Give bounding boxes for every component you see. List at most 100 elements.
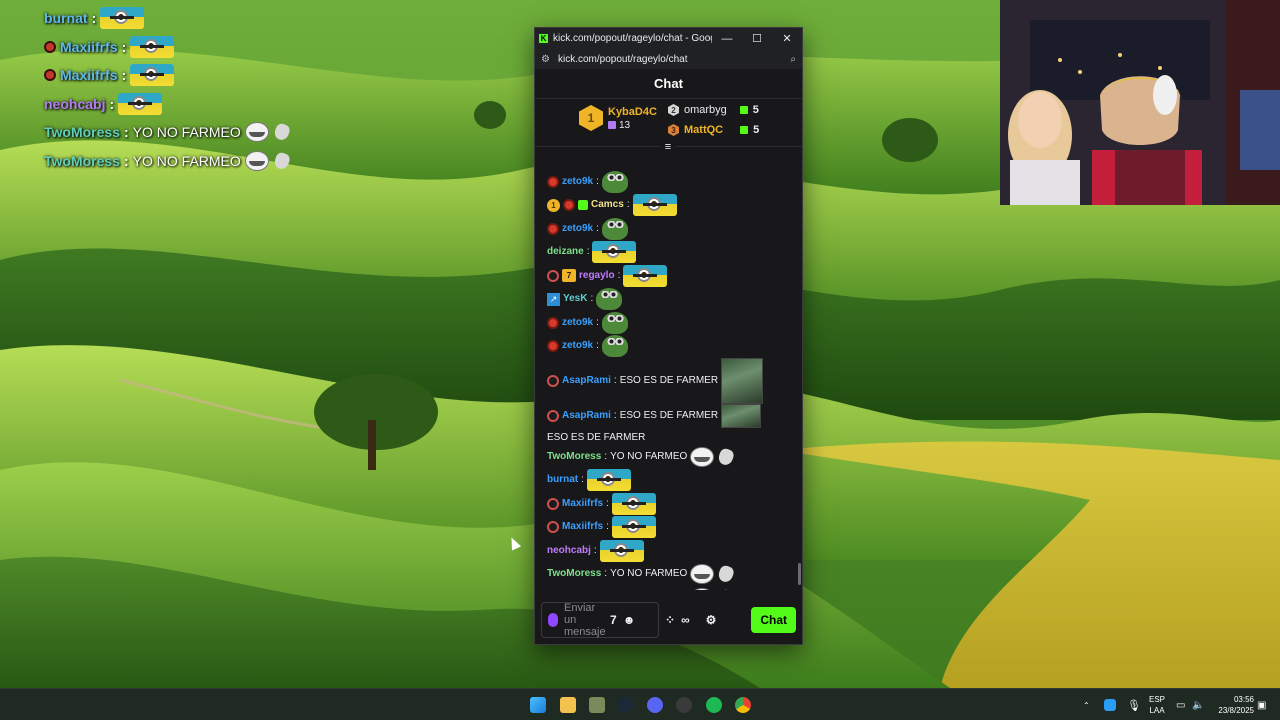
chat-message[interactable]: zeto9k: [547,170,802,194]
overlay-chat-line: Maxiifrfs: [44,33,344,62]
chat-username[interactable]: Camcs [591,198,624,212]
kick-emotes-icon[interactable]: ⁘ [665,613,675,627]
window-title: kick.com/popout/rageylo/chat - Google Ch… [553,33,712,44]
chat-username[interactable]: deizane [547,245,584,259]
gift-icon [739,106,748,114]
overlay-username: Maxiifrfs [60,38,118,55]
close-button[interactable]: ✕ [772,32,802,45]
chat-message[interactable]: burnat: [547,469,802,493]
chat-username[interactable]: YesK [563,292,587,306]
pepe-emote-icon [601,311,628,334]
colon-separator: : [121,67,127,84]
leaderboard-third[interactable]: 3 MattQC 5 [668,124,759,136]
chat-message[interactable]: 1 Camcs: [547,194,802,218]
network-icon[interactable]: ▭ [1176,689,1185,720]
stream-overlay-chat: burnat: Maxiifrfs: Maxiifrfs: neohcabj: TwoM… [44,4,344,175]
chat-message[interactable]: ↗ YesK: [547,288,802,312]
notifications-icon[interactable]: ▣ [1257,689,1266,720]
app-icon[interactable] [589,697,605,713]
microphone-icon[interactable]: 🎙 [1127,689,1141,720]
chat-username[interactable]: zeto9k [562,339,593,353]
gift-leaderboard: 1 KybaD4C 13 2 omarbyg 5 3 MattQC 5 ≡ [535,99,802,153]
minion-emote-icon [592,241,637,264]
chat-username[interactable]: TwoMoress [547,450,601,464]
window-titlebar[interactable]: K kick.com/popout/rageylo/chat - Google … [535,28,802,49]
chat-message[interactable]: neohcabj: [547,539,802,563]
colon-separator: : [604,568,608,580]
emoji-icon[interactable]: ☻ [623,613,636,627]
skull-badge-icon [547,269,559,282]
chat-username[interactable]: Maxiifrfs [562,497,603,511]
chat-message[interactable]: zeto9k: [547,311,802,335]
chat-message[interactable]: zeto9k: [547,217,802,241]
volume-icon[interactable]: 🔈 [1192,689,1204,720]
infinity-icon[interactable]: ∞ [681,613,690,627]
discord-icon[interactable] [647,697,663,713]
colon-separator: : [606,521,609,533]
url-text[interactable]: kick.com/popout/rageylo/chat [558,54,782,65]
skull-badge-icon [547,521,559,534]
file-explorer-icon[interactable] [560,697,576,713]
chat-message[interactable]: TwoMoress:YO NO FARMEO [547,445,802,469]
leaderboard-second[interactable]: 2 omarbyg 5 [668,104,759,116]
chat-username[interactable]: zeto9k [562,316,593,330]
chat-username[interactable]: zeto9k [562,222,593,236]
obs-icon[interactable] [676,697,692,713]
chat-message[interactable]: zeto9k: [547,335,802,359]
language-indicator[interactable]: ESP LAA [1149,694,1165,716]
skull-badge-icon [547,497,559,510]
minimize-button[interactable]: — [712,33,742,45]
chat-username[interactable]: zeto9k [562,175,593,189]
send-chat-button[interactable]: Chat [751,607,796,633]
zoom-icon[interactable]: ⌕ [790,54,796,65]
kick-favicon-icon: K [539,34,548,43]
start-menu-icon[interactable] [530,697,546,713]
chat-message[interactable]: Maxiifrfs: [547,516,802,540]
chat-username[interactable]: burnat [547,473,578,487]
colon-separator: : [596,340,599,352]
chat-message[interactable]: AsapRami: ESO ES DE FARMER [547,358,802,404]
chat-message[interactable]: 7 regaylo: [547,264,802,288]
overlay-chat-line: TwoMoress: YO NO FARMEO [44,118,344,147]
address-bar[interactable]: ⚙ kick.com/popout/rageylo/chat ⌕ [535,49,802,69]
chat-username[interactable]: TwoMoress [547,567,601,581]
chat-message[interactable]: TwoMoress:YO NO FARMEO [547,563,802,587]
chat-username[interactable]: regaylo [579,269,615,283]
7tv-emote-icon[interactable]: 7 [610,613,617,627]
chat-message-text: ESO ES DE FARMER [619,375,719,386]
collapse-pinned-icon[interactable]: ≡ [661,142,675,153]
chat-message[interactable]: AsapRami: ESO ES DE FARMER ESO ES DE FARME… [547,404,802,445]
chat-message[interactable]: TwoMoress:YO NO FARMEO [547,586,802,590]
clock-date: 23/8/2025 [1218,706,1254,715]
chat-username[interactable]: Maxiifrfs [562,520,603,534]
chat-message[interactable]: deizane: [547,241,802,265]
leaderboard-second-name: omarbyg [684,104,727,116]
chat-message-list[interactable]: zeto9k:1 Camcs: zeto9k: deizane:7 regaylo: ↗ Y… [535,170,802,590]
subscriber-badge-icon [547,222,559,235]
settings-gear-icon[interactable]: ⚙ [706,613,717,627]
chat-username[interactable]: AsapRami [562,374,611,388]
maximize-button[interactable]: ☐ [742,32,772,45]
chat-username[interactable]: AsapRami [562,409,611,423]
chrome-icon[interactable] [735,697,751,713]
chat-username[interactable]: neohcabj [547,544,591,558]
tray-chevron-icon[interactable]: ⌃ [1083,689,1090,720]
site-info-icon[interactable]: ⚙ [541,54,550,65]
leaderboard-first[interactable]: 1 KybaD4C 13 [579,105,657,131]
colon-separator: : [121,38,127,55]
mic-icon[interactable] [548,613,558,627]
spotify-icon[interactable] [706,697,722,713]
user-badge-icon [44,40,56,53]
pepe-emote-icon [601,335,628,358]
chat-input-placeholder[interactable]: Enviar un mensaje [564,602,606,638]
chat-message[interactable]: Maxiifrfs: [547,492,802,516]
colon-separator: : [109,95,115,112]
chat-popout-window[interactable]: K kick.com/popout/rageylo/chat - Google … [534,27,803,645]
system-clock[interactable]: 03:56 23/8/2025 [1218,694,1254,716]
steam-icon[interactable] [617,697,633,713]
subscriber-badge-icon [547,175,559,188]
tray-app-icon[interactable] [1104,699,1116,711]
rank-2-badge: 2 [668,104,679,116]
chat-scrollbar[interactable] [798,563,801,585]
chat-input[interactable]: Enviar un mensaje 7 ☻ [541,602,659,638]
